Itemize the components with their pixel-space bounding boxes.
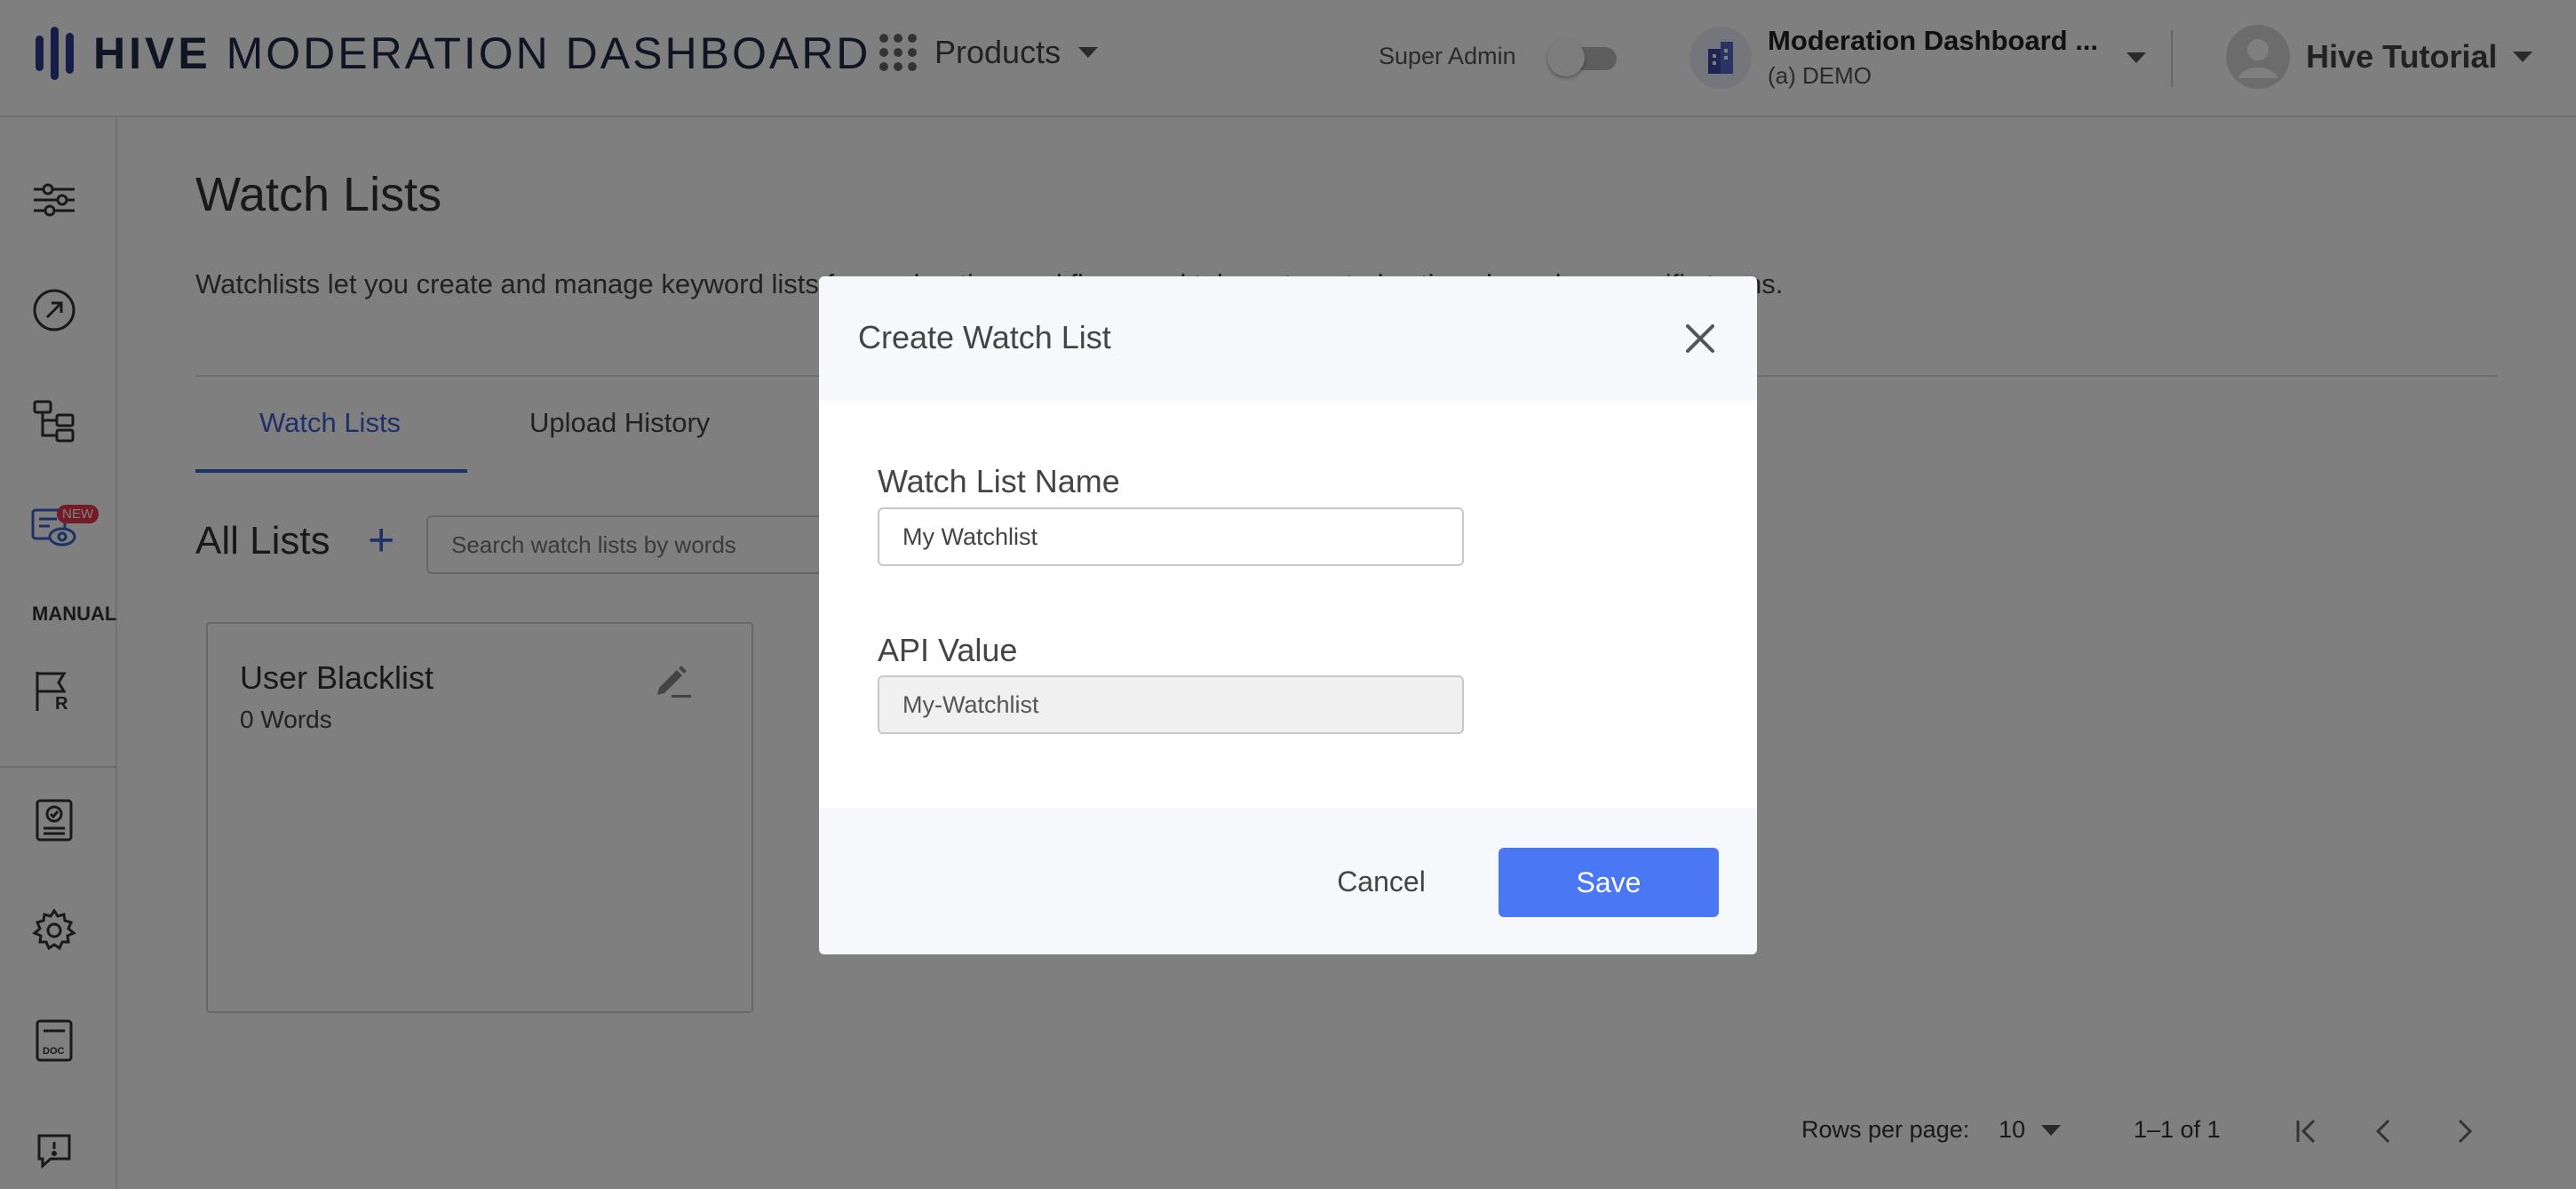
dialog-footer: Cancel Save [819, 808, 1757, 954]
dialog-title: Create Watch List [858, 319, 1111, 355]
api-value-input [878, 675, 1464, 734]
api-value-label: API Value [878, 632, 1018, 668]
cancel-button[interactable]: Cancel [1299, 848, 1464, 915]
dialog-header: Create Watch List [819, 276, 1757, 401]
close-icon[interactable] [1681, 319, 1720, 358]
save-button[interactable]: Save [1499, 848, 1719, 917]
watchlist-name-label: Watch List Name [878, 463, 1120, 499]
watchlist-name-input[interactable] [878, 507, 1464, 566]
create-watchlist-dialog: Create Watch List Watch List Name API Va… [819, 276, 1757, 954]
